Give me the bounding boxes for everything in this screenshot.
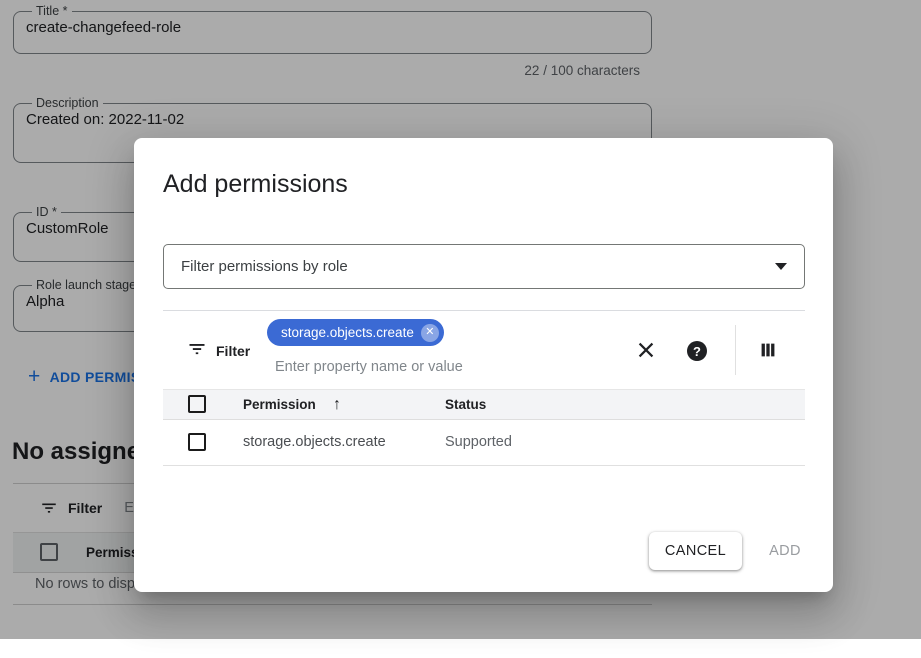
select-all-checkbox[interactable] bbox=[188, 395, 206, 413]
help-icon[interactable]: ? bbox=[687, 341, 707, 361]
dialog-filter-label: Filter bbox=[216, 343, 250, 359]
row-checkbox[interactable] bbox=[188, 433, 206, 451]
role-filter-placeholder: Filter permissions by role bbox=[181, 258, 348, 275]
column-display-icon[interactable] bbox=[757, 339, 779, 361]
dialog-filter-input[interactable]: Enter property name or value bbox=[275, 359, 463, 375]
table-row[interactable]: storage.objects.create Supported bbox=[163, 420, 805, 466]
role-filter-dropdown[interactable]: Filter permissions by role bbox=[163, 244, 805, 289]
add-permissions-dialog: Add permissions Filter permissions by ro… bbox=[134, 138, 833, 592]
dialog-table-header: Permission ↑ Status bbox=[163, 389, 805, 420]
add-button[interactable]: ADD bbox=[759, 532, 811, 570]
filter-chip[interactable]: storage.objects.create ✕ bbox=[267, 319, 444, 346]
sort-ascending-icon[interactable]: ↑ bbox=[333, 390, 341, 419]
dialog-title: Add permissions bbox=[163, 170, 348, 199]
dialog-filter-bar: Filter storage.objects.create ✕ Enter pr… bbox=[163, 311, 805, 389]
clear-filters-icon[interactable] bbox=[635, 339, 657, 361]
chevron-down-icon bbox=[775, 263, 787, 270]
filter-chip-label: storage.objects.create bbox=[281, 325, 414, 340]
cell-permission: storage.objects.create bbox=[243, 420, 386, 465]
column-permission[interactable]: Permission bbox=[243, 390, 316, 420]
cancel-button[interactable]: CANCEL bbox=[649, 532, 742, 570]
permissions-table-card: Filter storage.objects.create ✕ Enter pr… bbox=[163, 310, 805, 466]
chip-remove-icon[interactable]: ✕ bbox=[421, 324, 439, 342]
column-status[interactable]: Status bbox=[445, 390, 486, 420]
cell-status: Supported bbox=[445, 420, 512, 465]
toolbar-divider bbox=[735, 325, 736, 375]
filter-list-icon bbox=[187, 339, 207, 359]
